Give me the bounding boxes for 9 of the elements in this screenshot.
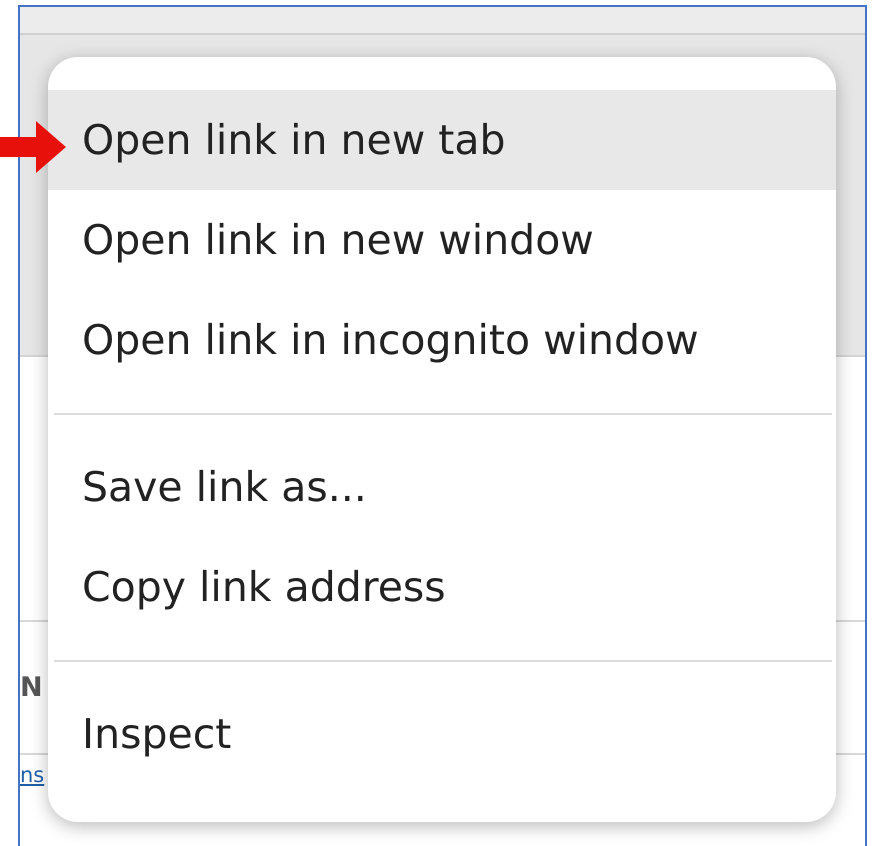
menu-item[interactable]: Copy link address — [48, 537, 836, 637]
menu-item[interactable]: Open link in new window — [48, 190, 836, 290]
column-header-text: N — [20, 674, 43, 701]
arrow-icon — [0, 121, 66, 173]
menu-item[interactable]: Open link in new tab — [48, 90, 836, 190]
menu-item[interactable]: Inspect — [48, 684, 836, 784]
link-text[interactable]: ns — [20, 765, 44, 786]
menu-item[interactable]: Save link as... — [48, 437, 836, 537]
menu-item[interactable]: Open link in incognito window — [48, 290, 836, 390]
